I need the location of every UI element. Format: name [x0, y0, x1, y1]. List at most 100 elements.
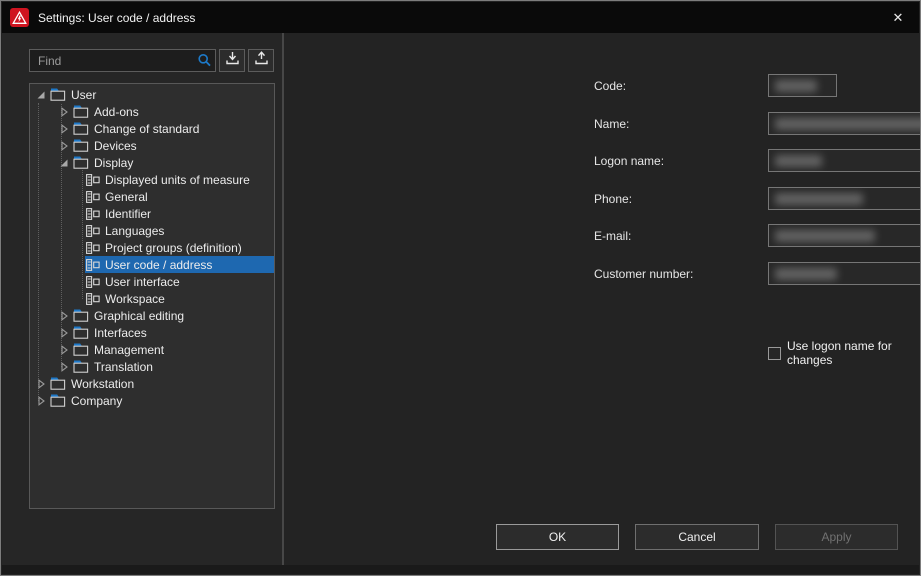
customer-number-field[interactable]: [768, 262, 921, 285]
settings-dialog: Settings: User code / address ✕: [0, 0, 921, 576]
folder-icon: [73, 122, 89, 135]
tree-item-label: Interfaces: [94, 326, 147, 340]
folder-icon: [73, 360, 89, 373]
expand-arrow-icon[interactable]: [55, 307, 72, 324]
folder-icon: [73, 326, 89, 339]
tree-item-label: Display: [94, 156, 133, 170]
e-mail-label: E-mail:: [594, 229, 631, 243]
tree-item-user-code-address[interactable]: User code / address: [30, 256, 274, 273]
tree-item-project-groups-definition[interactable]: Project groups (definition): [30, 239, 274, 256]
magnifier-icon[interactable]: [197, 53, 212, 68]
tree-item-label: Displayed units of measure: [105, 173, 250, 187]
tree-item-label: Identifier: [105, 207, 151, 221]
tree-item-translation[interactable]: Translation: [30, 358, 274, 375]
redacted-value: [775, 193, 863, 205]
phone-label: Phone:: [594, 192, 632, 206]
navigation-panel: User Add-ons Change of standard Devices …: [2, 33, 283, 565]
logon-name-field[interactable]: [768, 149, 921, 172]
folder-icon: [50, 88, 66, 101]
tree-item-display[interactable]: Display: [30, 154, 274, 171]
use-logon-name-checkbox[interactable]: [768, 347, 781, 360]
folder-icon: [73, 309, 89, 322]
tree-item-label: Company: [71, 394, 122, 408]
tree-item-label: Devices: [94, 139, 137, 153]
window-bottom-strip: [2, 565, 919, 574]
tree-item-devices[interactable]: Devices: [30, 137, 274, 154]
tree-item-add-ons[interactable]: Add-ons: [30, 103, 274, 120]
code-label: Code:: [594, 79, 626, 93]
collapse-arrow-icon[interactable]: [55, 154, 72, 171]
tree-item-label: Project groups (definition): [105, 241, 242, 255]
tree-item-change-of-standard[interactable]: Change of standard: [30, 120, 274, 137]
import-settings-button[interactable]: [219, 49, 245, 72]
tree-item-identifier[interactable]: Identifier: [30, 205, 274, 222]
expand-arrow-icon[interactable]: [55, 324, 72, 341]
settings-page-icon: [86, 208, 100, 220]
export-settings-button[interactable]: [248, 49, 274, 72]
phone-field[interactable]: [768, 187, 921, 210]
redacted-value: [775, 118, 921, 130]
expand-arrow-icon[interactable]: [55, 358, 72, 375]
expand-arrow-icon[interactable]: [55, 103, 72, 120]
redacted-value: [775, 268, 837, 280]
close-icon[interactable]: ✕: [889, 9, 907, 27]
name-label: Name:: [594, 117, 629, 131]
tree-item-label: User code / address: [105, 258, 212, 272]
tree-item-label: Add-ons: [94, 105, 139, 119]
redacted-value: [775, 230, 875, 242]
expand-arrow-icon[interactable]: [55, 341, 72, 358]
tree-item-general[interactable]: General: [30, 188, 274, 205]
tree-item-label: User: [71, 88, 96, 102]
redacted-value: [775, 155, 822, 167]
tree-item-company[interactable]: Company: [30, 392, 274, 409]
tree-item-label: User interface: [105, 275, 180, 289]
tree-item-label: Change of standard: [94, 122, 199, 136]
settings-page-icon: [86, 293, 100, 305]
tree-item-user-interface[interactable]: User interface: [30, 273, 274, 290]
tree-item-languages[interactable]: Languages: [30, 222, 274, 239]
tree-item-label: Translation: [94, 360, 153, 374]
ok-button[interactable]: OK: [496, 524, 619, 550]
use-logon-name-row: Use logon name for changes: [768, 339, 919, 367]
tree-item-user[interactable]: User: [30, 86, 274, 103]
folder-icon: [73, 156, 89, 169]
checkbox-label: Use logon name for changes: [787, 339, 919, 367]
folder-icon: [73, 343, 89, 356]
settings-tree: User Add-ons Change of standard Devices …: [29, 83, 275, 509]
search-input[interactable]: [30, 54, 197, 68]
folder-icon: [73, 139, 89, 152]
tree-item-label: Graphical editing: [94, 309, 184, 323]
eplan-logo-icon: [10, 8, 29, 27]
search-box: [29, 49, 216, 72]
settings-page-icon: [86, 242, 100, 254]
tree-item-workstation[interactable]: Workstation: [30, 375, 274, 392]
e-mail-field[interactable]: [768, 224, 921, 247]
redacted-value: [775, 80, 817, 92]
tree-item-label: Management: [94, 343, 164, 357]
tree-item-workspace[interactable]: Workspace: [30, 290, 274, 307]
tree-item-displayed-units-of-measure[interactable]: Displayed units of measure: [30, 171, 274, 188]
settings-page-icon: [86, 259, 100, 271]
cancel-button[interactable]: Cancel: [635, 524, 759, 550]
settings-page-icon: [86, 174, 100, 186]
settings-page-icon: [86, 276, 100, 288]
name-field[interactable]: [768, 112, 921, 135]
expand-arrow-icon[interactable]: [55, 137, 72, 154]
form-panel: Use logon name for changes OK Cancel App…: [284, 33, 919, 565]
arrow-up-from-tray-icon: [254, 51, 269, 70]
tree-item-interfaces[interactable]: Interfaces: [30, 324, 274, 341]
expand-arrow-icon[interactable]: [32, 392, 49, 409]
tree-item-label: General: [105, 190, 148, 204]
collapse-arrow-icon[interactable]: [32, 86, 49, 103]
code-field[interactable]: [768, 74, 837, 97]
folder-icon: [50, 394, 66, 407]
tree-item-management[interactable]: Management: [30, 341, 274, 358]
expand-arrow-icon[interactable]: [32, 375, 49, 392]
tree-item-label: Languages: [105, 224, 164, 238]
tree-item-graphical-editing[interactable]: Graphical editing: [30, 307, 274, 324]
folder-icon: [50, 377, 66, 390]
tree-item-label: Workstation: [71, 377, 134, 391]
expand-arrow-icon[interactable]: [55, 120, 72, 137]
apply-button[interactable]: Apply: [775, 524, 898, 550]
settings-page-icon: [86, 191, 100, 203]
